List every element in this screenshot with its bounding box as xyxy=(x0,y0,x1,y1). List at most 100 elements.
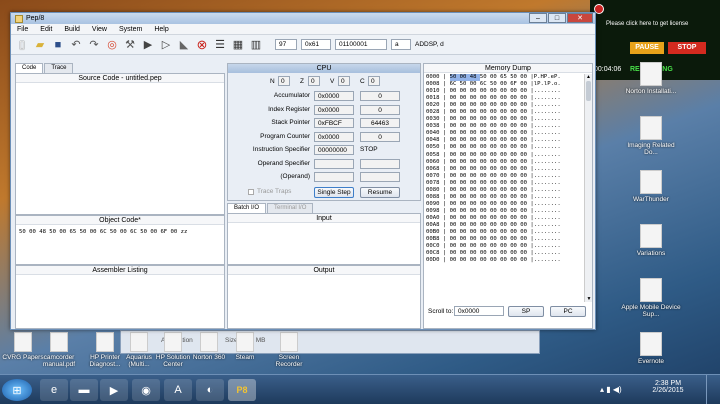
source-code-pane[interactable]: Source Code - untitled.pep xyxy=(15,73,225,215)
tab-trace[interactable]: Trace xyxy=(44,63,74,73)
memory-line: 00B8 | 00 00 00 00 00 00 00 00 |........ xyxy=(426,236,561,243)
memory-line: 0010 | 00 00 00 00 00 00 00 00 |........ xyxy=(426,88,561,95)
sp-button[interactable]: SP xyxy=(508,306,544,317)
menu-system[interactable]: System xyxy=(113,26,148,33)
close-button[interactable]: ✕ xyxy=(567,13,593,23)
checkbox-icon xyxy=(248,188,254,195)
desktop-icon[interactable]: camcorder manual.pdf xyxy=(36,332,82,368)
file-explorer-icon[interactable]: ▬ xyxy=(70,379,98,401)
stop-icon[interactable]: ⊗ xyxy=(195,37,209,52)
memory-scrollbar[interactable]: ▲ ▼ xyxy=(584,74,592,302)
memory-dump-list[interactable]: 0000 | 50 00 48 50 00 65 50 00 |P.HP.eP.… xyxy=(426,74,584,302)
output-pane[interactable]: Output xyxy=(227,265,421,329)
media-player-icon[interactable]: ▶ xyxy=(100,379,128,401)
flag-value: 0 xyxy=(278,76,290,86)
memory-line: 00A0 | 00 00 00 00 00 00 00 00 |........ xyxy=(426,214,561,221)
desktop-icon[interactable]: Variations xyxy=(620,224,682,257)
assemble-hammer-icon[interactable]: ⚒ xyxy=(123,38,137,52)
code-tabs: Code Trace xyxy=(15,63,225,73)
desktop-icon[interactable]: Apple Mobile Device Sup... xyxy=(620,278,682,318)
new-file-icon[interactable]: ▯ xyxy=(15,38,29,52)
norton-icon xyxy=(200,332,218,352)
menu-help[interactable]: Help xyxy=(148,26,174,33)
license-hint[interactable]: Please click here to get license xyxy=(606,21,688,27)
scroll-down-icon[interactable]: ▼ xyxy=(585,296,593,302)
register-label: Accumulator xyxy=(273,92,310,99)
assembler-listing-pane[interactable]: Assembler Listing xyxy=(15,265,225,329)
desktop-icon[interactable]: Norton Installati... xyxy=(620,62,682,95)
pause-button[interactable]: PAUSE xyxy=(630,42,664,54)
register-dec: STOP xyxy=(360,146,378,153)
char-converter-field[interactable]: a xyxy=(391,39,411,50)
register-label: Instruction Specifier xyxy=(252,146,310,153)
chrome-icon[interactable]: ◉ xyxy=(132,379,160,401)
object-code-pane[interactable]: Object Code* 50 00 48 50 00 65 50 00 6C … xyxy=(15,215,225,265)
pep8-task-icon[interactable]: P8 xyxy=(228,379,256,401)
register-label: Program Counter xyxy=(260,132,310,140)
internet-explorer-icon[interactable]: e xyxy=(40,379,68,401)
clock[interactable]: 2:38 PM 2/26/2015 xyxy=(648,380,688,394)
flag-label: C xyxy=(360,78,365,85)
start-debug-icon[interactable]: ▷ xyxy=(159,38,173,52)
minimize-button[interactable]: – xyxy=(529,13,547,23)
memory-line: 0050 | 00 00 00 00 00 00 00 00 |........ xyxy=(426,144,561,151)
recording-time: 00:04:06 xyxy=(594,66,622,73)
hex-converter-field[interactable]: 0x61 xyxy=(301,39,331,50)
trace-traps-label: Trace Traps xyxy=(257,188,292,195)
decimal-converter-field[interactable]: 97 xyxy=(275,39,297,50)
tab-batch-io[interactable]: Batch I/O xyxy=(227,203,267,213)
show-desktop-button[interactable] xyxy=(706,375,720,404)
desktop-icon-label: Imaging Related Do... xyxy=(627,142,675,156)
pep8-window: Pep/8 – □ ✕ File Edit Build View System … xyxy=(10,12,596,330)
game-icon xyxy=(640,170,662,194)
instruction-mnemonic: ADDSP, d xyxy=(415,41,444,48)
tab-code[interactable]: Code xyxy=(15,63,44,73)
adobe-reader-icon[interactable]: A xyxy=(164,379,192,401)
single-step-button[interactable]: Single Step xyxy=(314,187,354,198)
desktop-icon[interactable]: Screen Recorder xyxy=(266,332,312,368)
layout-split-icon[interactable]: ▥ xyxy=(249,38,263,52)
register-label: Operand Specifier xyxy=(257,159,310,167)
maximize-button[interactable]: □ xyxy=(548,13,566,23)
open-folder-icon[interactable]: ▰ xyxy=(33,38,47,52)
tray-icons[interactable]: ▴ ▮ ◀) xyxy=(600,385,622,394)
norton-icon xyxy=(640,62,662,86)
desktop-icon-label: Apple Mobile Device Sup... xyxy=(621,304,681,318)
memory-line: 0068 | 00 00 00 00 00 00 00 00 |........ xyxy=(426,165,561,172)
undo-icon[interactable]: ↶ xyxy=(69,38,83,52)
start-button-icon[interactable]: ⊞ xyxy=(2,379,32,401)
layout-grid-icon[interactable]: ▦ xyxy=(231,38,245,52)
input-pane[interactable]: Input xyxy=(227,213,421,265)
title-bar[interactable]: Pep/8 xyxy=(11,13,595,24)
stop-button[interactable]: STOP xyxy=(668,42,706,54)
menu-view[interactable]: View xyxy=(86,26,113,33)
menu-edit[interactable]: Edit xyxy=(34,26,58,33)
memory-line: 00C8 | 00 00 00 00 00 00 00 00 |........ xyxy=(426,250,561,257)
desktop-icon[interactable]: WarThunder xyxy=(620,170,682,203)
printer-icon xyxy=(96,332,114,352)
scroll-thumb[interactable] xyxy=(586,81,591,101)
desktop-icon-label: Steam xyxy=(235,354,255,361)
desktop-icon[interactable]: Evernote xyxy=(620,332,682,365)
layout-list-icon[interactable]: ☰ xyxy=(213,38,227,52)
binary-converter-field[interactable]: 01100001 xyxy=(335,39,387,50)
memory-line: 0040 | 00 00 00 00 00 00 00 00 |........ xyxy=(426,130,561,137)
trace-traps-checkbox[interactable]: Trace Traps xyxy=(248,188,291,195)
help-lifebuoy-icon[interactable]: ◎ xyxy=(105,38,119,52)
clock-time: 2:38 PM xyxy=(654,380,682,387)
run-icon[interactable]: ▶ xyxy=(141,38,155,52)
scroll-to-input[interactable]: 0x0000 xyxy=(454,306,504,316)
redo-icon[interactable]: ↷ xyxy=(87,38,101,52)
step-icon[interactable]: ◣ xyxy=(177,38,191,52)
pc-button[interactable]: PC xyxy=(550,306,586,317)
tab-terminal-io[interactable]: Terminal I/O xyxy=(267,203,314,213)
register-dec: 0 xyxy=(360,91,400,101)
menu-build[interactable]: Build xyxy=(58,26,86,33)
scroll-up-icon[interactable]: ▲ xyxy=(585,74,592,80)
menu-file[interactable]: File xyxy=(11,26,34,33)
desktop-icon[interactable]: Imaging Related Do... xyxy=(620,116,682,156)
desktop-icon[interactable]: Steam xyxy=(222,332,268,361)
save-icon[interactable]: ■ xyxy=(51,38,65,52)
screen-recorder-task-icon[interactable]: ◐ xyxy=(196,379,224,401)
resume-button[interactable]: Resume xyxy=(360,187,400,198)
